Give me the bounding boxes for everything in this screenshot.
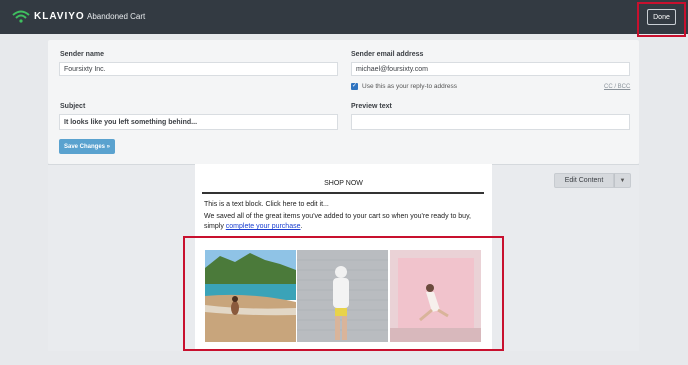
- email-body-prefix: simply: [204, 223, 226, 230]
- cc-bcc-link[interactable]: CC / BCC: [604, 84, 630, 90]
- logo-text: KLAVIYO: [34, 10, 85, 22]
- save-changes-button[interactable]: Save Changes »: [59, 139, 115, 154]
- sender-email-input[interactable]: michael@foursixty.com: [351, 62, 630, 76]
- email-body-text[interactable]: We saved all of the great items you've a…: [204, 212, 486, 232]
- divider: [202, 192, 484, 194]
- subject-input[interactable]: It looks like you left something behind.…: [59, 114, 338, 130]
- beach-image: [205, 250, 296, 342]
- check-icon: ✓: [351, 83, 358, 89]
- sender-name-label: Sender name: [60, 51, 104, 58]
- sender-email-label: Sender email address: [351, 51, 424, 58]
- beach-photo[interactable]: [205, 250, 296, 342]
- email-settings-panel: [48, 40, 639, 164]
- reply-to-checkbox[interactable]: ✓: [351, 83, 358, 90]
- pink-wall-image: [390, 250, 481, 342]
- logo-icon: [12, 10, 30, 23]
- sender-name-input[interactable]: Foursixty Inc.: [59, 62, 338, 76]
- wall-photo[interactable]: [297, 250, 388, 342]
- pink-wall-photo[interactable]: [390, 250, 481, 342]
- done-button[interactable]: Done: [647, 9, 676, 25]
- edit-content-button[interactable]: Edit Content: [554, 173, 614, 188]
- email-body-line1: We saved all of the great items you've a…: [204, 213, 472, 220]
- chevron-down-icon: ▼: [619, 177, 626, 184]
- preview-text-input[interactable]: [351, 114, 630, 130]
- preview-text-label: Preview text: [351, 103, 392, 110]
- reply-to-label: Use this as your reply-to address: [362, 83, 458, 90]
- shop-now-heading[interactable]: SHOP NOW: [195, 180, 492, 187]
- wall-image: [297, 250, 388, 342]
- complete-purchase-link[interactable]: complete your purchase: [226, 223, 301, 230]
- text-block[interactable]: This is a text block. Click here to edit…: [204, 200, 329, 210]
- email-body-suffix: .: [300, 223, 303, 230]
- klaviyo-logo[interactable]: KLAVIYO: [12, 9, 85, 23]
- page-title: Abandoned Cart: [87, 12, 146, 21]
- top-bar: KLAVIYO Abandoned Cart Done: [0, 0, 688, 34]
- subject-label: Subject: [60, 103, 86, 110]
- edit-content-dropdown[interactable]: ▼: [614, 173, 631, 188]
